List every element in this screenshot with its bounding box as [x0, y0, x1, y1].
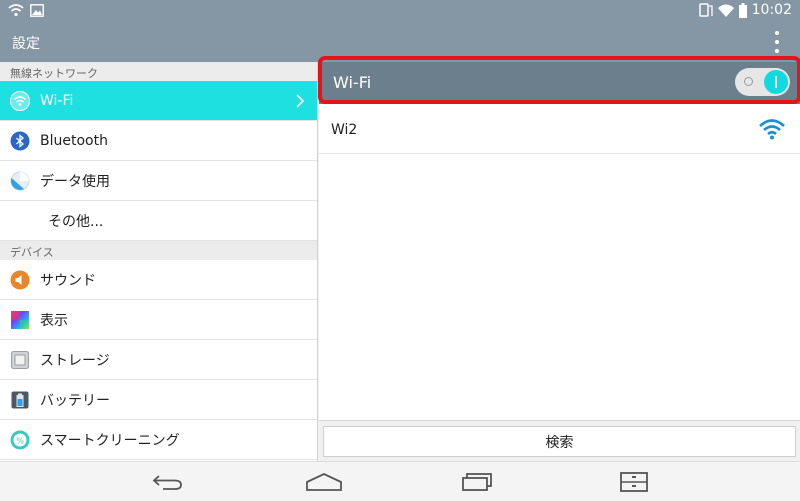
status-time: 10:02	[751, 2, 792, 18]
battery-icon	[10, 390, 30, 410]
sidebar-item-label: Wi-Fi	[40, 92, 74, 109]
toggle-off-icon	[744, 77, 753, 86]
scan-bar: 検索	[319, 420, 800, 461]
sidebar-item-other[interactable]: その他...	[0, 201, 317, 241]
scan-button[interactable]: 検索	[323, 426, 796, 457]
status-left	[8, 3, 44, 17]
wifi-header: Wi-Fi	[319, 62, 800, 104]
storage-icon	[10, 350, 30, 370]
sidebar-item-battery[interactable]: バッテリー	[0, 380, 317, 420]
wifi-signal-icon	[759, 119, 785, 140]
network-row-wi2[interactable]: Wi2	[319, 106, 800, 154]
sidebar-item-label: バッテリー	[40, 392, 110, 409]
wifi-toggle[interactable]	[735, 68, 790, 96]
menu-icon[interactable]	[614, 470, 654, 494]
sidebar-item-label: データ使用	[40, 173, 110, 190]
action-bar: 設定	[0, 24, 800, 62]
section-header-device: デバイス	[0, 241, 317, 260]
wifi-header-label: Wi-Fi	[333, 73, 372, 92]
sidebar-item-label: その他...	[48, 213, 104, 230]
rotate-icon	[698, 3, 713, 17]
toggle-knob	[764, 70, 788, 94]
sidebar-item-data-usage[interactable]: データ使用	[0, 161, 317, 201]
image-icon	[30, 3, 44, 17]
status-bar: 10:02	[0, 0, 800, 24]
more-vertical-icon[interactable]	[774, 31, 780, 53]
home-icon[interactable]	[304, 470, 344, 494]
display-icon	[10, 310, 30, 330]
sidebar-item-label: サウンド	[40, 272, 96, 289]
sidebar-item-bluetooth[interactable]: Bluetooth	[0, 121, 317, 161]
wifi-icon	[10, 90, 30, 111]
network-name: Wi2	[331, 121, 358, 138]
settings-sidebar: 無線ネットワーク Wi-Fi Bluetooth データ使用 その他... デバ…	[0, 62, 318, 461]
status-right: 10:02	[697, 2, 792, 18]
chevron-right-icon	[296, 94, 305, 108]
navigation-bar	[0, 461, 800, 501]
sidebar-item-storage[interactable]: ストレージ	[0, 340, 317, 380]
sound-icon	[10, 270, 30, 290]
svg-text:%: %	[16, 436, 24, 445]
sidebar-item-label: スマートクリーニング	[40, 432, 180, 449]
sidebar-item-display[interactable]: 表示	[0, 300, 317, 340]
recents-icon[interactable]	[458, 470, 498, 494]
sidebar-item-label: 表示	[40, 312, 68, 329]
bluetooth-icon	[10, 131, 30, 151]
page-title: 設定	[12, 36, 40, 52]
smart-cleaning-icon: %	[10, 430, 30, 450]
sidebar-item-label: Bluetooth	[40, 132, 108, 149]
wifi-detail-pane: Wi-Fi Wi2 検索	[319, 62, 800, 461]
data-usage-icon	[10, 171, 30, 191]
wifi-signal-icon	[717, 4, 734, 17]
sidebar-item-wifi[interactable]: Wi-Fi	[0, 81, 317, 121]
battery-icon	[738, 2, 747, 18]
wifi-icon	[8, 4, 24, 17]
sidebar-item-smart-cleaning[interactable]: % スマートクリーニング	[0, 420, 317, 460]
sidebar-item-label: ストレージ	[40, 352, 110, 369]
section-header-wireless: 無線ネットワーク	[0, 62, 317, 81]
back-icon[interactable]	[148, 470, 188, 494]
sidebar-item-sound[interactable]: サウンド	[0, 260, 317, 300]
